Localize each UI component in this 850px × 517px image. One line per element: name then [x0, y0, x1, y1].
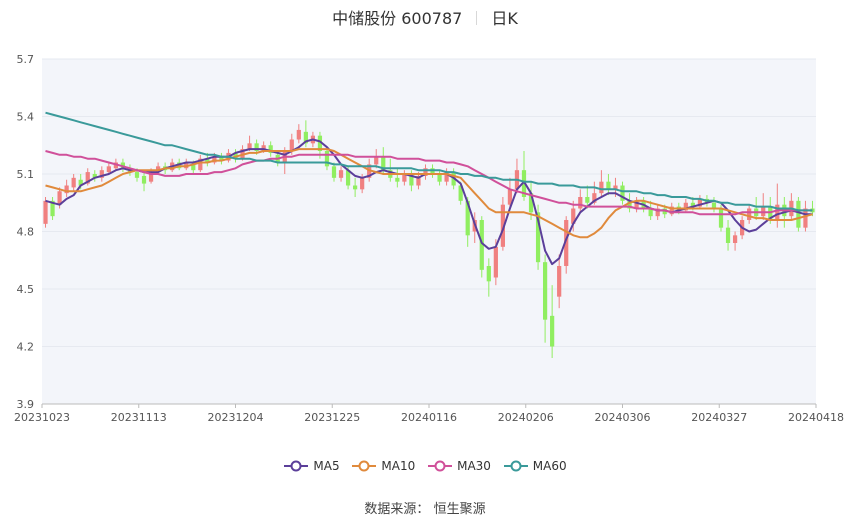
candle-body [493, 246, 498, 278]
x-tick-label: 20231023 [14, 411, 70, 424]
legend-item-ma60[interactable]: MA60 [503, 459, 567, 473]
candle-body [331, 166, 337, 178]
candle-body [360, 177, 365, 190]
legend-item-ma5[interactable]: MA5 [283, 459, 340, 473]
candle-body [732, 235, 738, 243]
legend-label: MA5 [313, 459, 340, 473]
candlestick-chart: 3.9 4.2 4.5 4.8 5.1 5.4 5.7 20231023 20231113 202… [14, 53, 844, 424]
candle-body [338, 170, 344, 178]
legend-item-ma30[interactable]: MA30 [427, 459, 491, 473]
source-value: 恒生聚源 [433, 502, 486, 517]
candle-body [71, 177, 76, 188]
candle-body [747, 208, 752, 220]
candle-body [486, 266, 491, 282]
legend-label: MA30 [457, 459, 491, 473]
legend-label: MA60 [532, 459, 567, 473]
source-label: 数据来源： [364, 502, 430, 517]
candle-body [134, 172, 140, 178]
ma5-legend-icon [284, 460, 309, 472]
candle-body [578, 197, 583, 209]
candle-body [141, 175, 147, 184]
candle-body [775, 204, 780, 220]
x-tick-label: 20240418 [788, 411, 844, 424]
candle-body [557, 266, 562, 297]
x-tick-label: 20240306 [595, 411, 651, 424]
candle-body [718, 208, 724, 228]
candle-body [599, 181, 604, 194]
chart-legend: MA5 MA10 MA30 MA60 [0, 459, 850, 475]
x-tick-label: 20240327 [691, 411, 747, 424]
y-tick-label: 5.7 [17, 53, 35, 66]
legend-item-ma10[interactable]: MA10 [351, 459, 415, 473]
data-source: 数据来源： 恒生聚源 [0, 498, 850, 517]
x-tick-label: 20240116 [401, 411, 457, 424]
candle-body [324, 151, 330, 167]
y-tick-label: 5.4 [17, 111, 35, 124]
candle-body [585, 197, 590, 203]
y-tick-label: 4.2 [17, 341, 35, 354]
candle-body [374, 156, 379, 165]
y-tick-label: 3.9 [17, 398, 35, 411]
x-tick-label: 20240206 [498, 411, 554, 424]
candle-body [353, 185, 358, 190]
y-tick-label: 5.1 [17, 168, 35, 181]
y-tick-label: 4.5 [17, 283, 35, 296]
candle-body [395, 177, 400, 182]
legend-label: MA10 [381, 459, 416, 473]
x-tick-label: 20231225 [304, 411, 360, 424]
candle-body [725, 227, 731, 243]
x-tick-label: 20231113 [111, 411, 167, 424]
x-tick-label: 20231204 [208, 411, 264, 424]
candle-body [296, 129, 301, 140]
candle-body [606, 181, 611, 190]
candle-body [43, 200, 48, 224]
candle-body [796, 200, 801, 228]
y-tick-label: 4.8 [17, 226, 35, 239]
candle-body [550, 315, 555, 347]
candle-body [542, 262, 548, 320]
ma30-legend-icon [428, 460, 453, 472]
candle-body [106, 166, 111, 173]
candle-body [437, 174, 442, 182]
ma10-legend-icon [352, 460, 377, 472]
ma60-legend-icon [503, 460, 528, 472]
